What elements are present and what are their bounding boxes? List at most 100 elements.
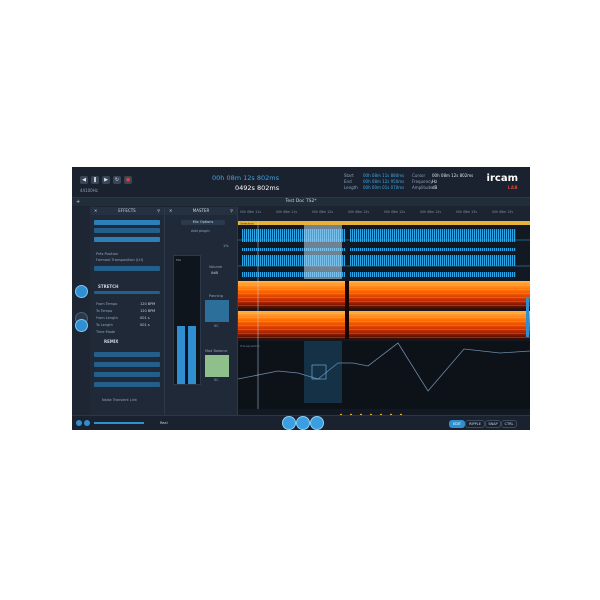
mod-balance-value: 0C (214, 378, 219, 382)
vertical-scrollbar[interactable] (526, 297, 529, 337)
effects-tool-icon[interactable] (75, 319, 88, 332)
zoom-out-icon[interactable] (76, 420, 82, 426)
record-button[interactable]: ● (124, 176, 132, 184)
effect-slider-2[interactable] (94, 228, 160, 233)
effects-header: ✕ EFFECTS ⚲ (90, 207, 164, 215)
ruler-tick: 00h 08m 12s (384, 210, 405, 214)
stretch-section[interactable]: STRETCH (98, 284, 118, 290)
mode-ripple[interactable]: RIPPLE (465, 420, 485, 428)
transport-bar: ◀ ❚ ▶ ↻ ● 44100Hz 00h 08m 12s 802ms 0492… (72, 167, 530, 198)
to-length-label: To Length (96, 323, 113, 327)
selection-bar-label: Selection (240, 221, 254, 225)
mod-balance-pad[interactable] (205, 355, 229, 377)
remix-slider-4[interactable] (94, 382, 160, 387)
to-tempo-value[interactable]: 120 BPM (140, 309, 155, 313)
length-label: Length (344, 185, 358, 190)
mode-ctrl[interactable]: CTRL (501, 420, 517, 428)
meter-label: Mix (176, 258, 182, 262)
preserve-option[interactable]: Prés Position (96, 252, 118, 256)
panning-value: 0C (214, 324, 219, 328)
volume-label: Volume (209, 265, 223, 269)
mod-balance-label: Mod Balance (205, 349, 228, 353)
footer-value: Real (160, 421, 168, 425)
formant-option[interactable]: Formant Transposition (LH) (96, 258, 143, 262)
zoom-slider[interactable] (94, 422, 144, 424)
frequency-value: Hz (432, 179, 438, 184)
mix-options-dropdown[interactable]: Mix Options (181, 220, 225, 225)
ruler-tick: 00h 08m 12s (420, 210, 441, 214)
bottom-bar: Real EDIT RIPPLE SNAP CTRL (72, 415, 530, 430)
meter-bar-right (188, 326, 196, 384)
master-title: MASTER (192, 208, 210, 213)
amplitude-label: Amplitude (412, 185, 433, 190)
nav-back-icon[interactable] (282, 416, 296, 430)
cursor-value: 00h 08m 12s 802ms (432, 173, 474, 178)
close-master-icon[interactable]: ✕ (169, 207, 172, 215)
ruler-tick: 00h 08m 12s (348, 210, 369, 214)
to-length-value[interactable]: 001 s (140, 323, 150, 327)
volume-value[interactable]: 0dB (211, 271, 218, 275)
time-ruler[interactable]: 00h 08m 11s 00h 08m 11s 00h 08m 12s 00h … (238, 207, 530, 222)
ruler-tick: 00h 08m 13s (492, 210, 513, 214)
remix-slider-3[interactable] (94, 372, 160, 377)
master-header: ✕ MASTER ⚲ (165, 207, 237, 215)
mixer-tool-icon[interactable] (75, 285, 88, 298)
forward-button[interactable]: ▶ (102, 176, 110, 184)
from-length-value[interactable]: 001 s (140, 316, 150, 320)
noise-transient-link[interactable]: Noise Transient Link (102, 398, 137, 402)
amplitude-value: dB (432, 185, 438, 190)
master-panel: ✕ MASTER ⚲ Mix Options Add plugin 1% Mix… (165, 207, 238, 416)
effect-slider-3[interactable] (94, 237, 160, 242)
to-tempo-label: To Tempo (96, 309, 113, 313)
effects-panel: ✕ EFFECTS ⚲ Prés Position Formant Transp… (90, 207, 165, 416)
close-icon[interactable]: ✕ (94, 207, 97, 215)
from-tempo-value[interactable]: 120 BPM (140, 302, 155, 306)
start-label: Start (344, 173, 354, 178)
remix-slider-1[interactable] (94, 352, 160, 357)
pause-button[interactable]: ❚ (91, 176, 99, 184)
add-plugin-button[interactable]: Add plugin (191, 229, 210, 233)
add-icon[interactable]: + (76, 199, 80, 205)
mode-snap[interactable]: SNAP (485, 420, 501, 428)
remix-section[interactable]: REMIX (104, 339, 118, 345)
from-tempo-label: From Tempo (96, 302, 118, 306)
meter-bar-left (177, 326, 185, 384)
record-icon: ● (125, 177, 131, 183)
panning-pad[interactable] (205, 300, 229, 322)
remix-slider-2[interactable] (94, 362, 160, 367)
sample-rate: 44100Hz (80, 188, 98, 193)
mode-edit[interactable]: EDIT (449, 420, 465, 428)
time-display-main: 00h 08m 12s 802ms (212, 174, 279, 182)
ruler-tick: 00h 08m 12s (312, 210, 333, 214)
selection-bar[interactable] (238, 221, 530, 225)
nav-forward-icon[interactable] (310, 416, 324, 430)
session-title: Test Doc TS2* (72, 198, 530, 206)
from-length-label: From Length (96, 316, 118, 320)
envelope-label: Transposition (239, 344, 260, 348)
track-view[interactable]: Selection Transposition (238, 221, 530, 421)
ircam-logo: ircam LAB (487, 174, 518, 192)
nav-center-icon[interactable] (296, 416, 310, 430)
end-label: End (344, 179, 352, 184)
loop-button[interactable]: ↻ (113, 176, 121, 184)
master-search-icon[interactable]: ⚲ (230, 207, 233, 215)
master-meter: Mix (173, 255, 201, 385)
stretch-bar[interactable] (94, 291, 160, 294)
cursor-label: Cursor (412, 173, 426, 178)
effects-title: EFFECTS (118, 208, 136, 213)
zoom-in-icon[interactable] (84, 420, 90, 426)
time-selection[interactable] (304, 225, 342, 279)
time-mode-label: Time Mode (96, 330, 116, 334)
effect-slider-4[interactable] (94, 266, 160, 271)
rewind-button[interactable]: ◀ (80, 176, 88, 184)
gap-marker (345, 281, 349, 339)
time-display-sub: 0492s 802ms (235, 184, 280, 192)
search-icon[interactable]: ⚲ (157, 207, 160, 215)
editor-area[interactable]: 00h 08m 11s 00h 08m 11s 00h 08m 12s 00h … (238, 207, 530, 430)
start-value: 00h 08m 11s 880ms (363, 173, 405, 178)
frequency-label: Frequency (412, 179, 433, 184)
effect-slider-1[interactable] (94, 220, 160, 225)
ruler-tick: 00h 08m 13s (456, 210, 477, 214)
env-selection[interactable] (304, 341, 342, 403)
length-value: 00h 00m 01s 070ms (363, 185, 405, 190)
